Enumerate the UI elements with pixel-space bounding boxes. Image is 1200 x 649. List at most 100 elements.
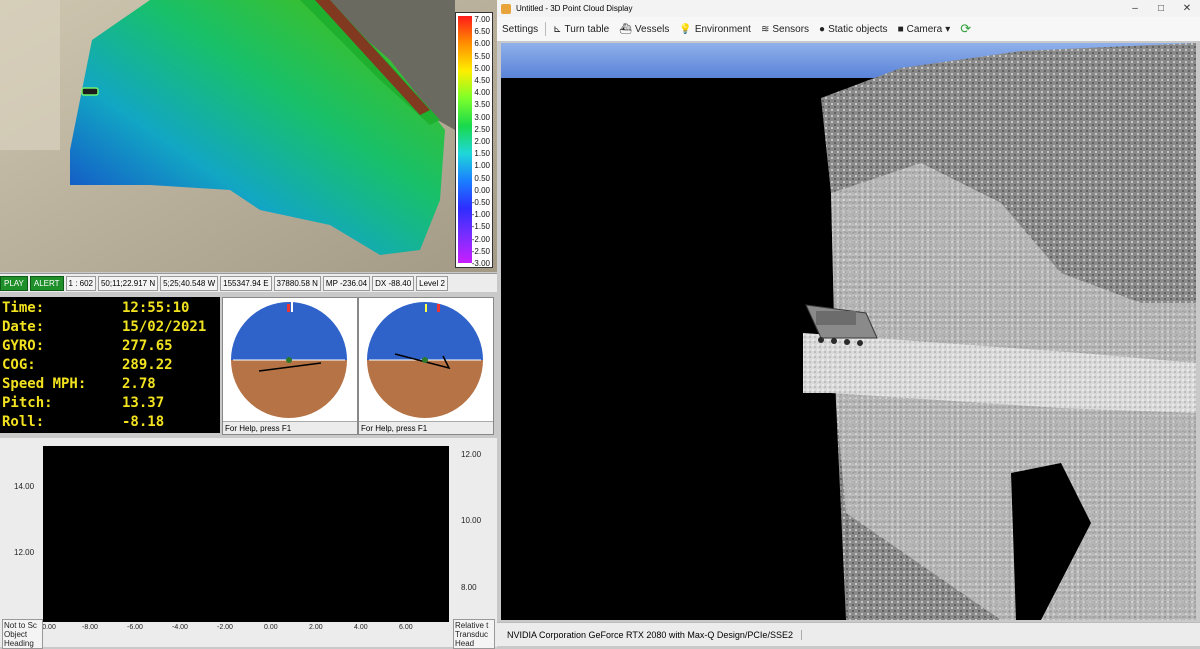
legend-value: 7.00 bbox=[474, 15, 490, 24]
y-left-tick: 12.00 bbox=[14, 548, 35, 557]
camera-label: Camera bbox=[906, 23, 943, 35]
legend-value: -0.50 bbox=[471, 198, 490, 207]
legend-value: 3.50 bbox=[474, 100, 490, 110]
turn-table-icon: ⊾ bbox=[553, 23, 562, 35]
legend-value: -1.00 bbox=[471, 210, 490, 220]
lightbulb-icon: 💡 bbox=[679, 23, 692, 35]
legend-value: 6.00 bbox=[474, 39, 490, 49]
profile-plot-area[interactable] bbox=[43, 446, 449, 622]
latitude-readout: 50;11;22.917 N bbox=[97, 275, 159, 291]
app-icon bbox=[501, 3, 511, 14]
gyro-value: 277.65 bbox=[122, 338, 173, 354]
legend-value: 5.50 bbox=[474, 51, 490, 61]
pitch-label: Pitch: bbox=[2, 395, 53, 411]
attitude-indicator-2: For Help, press F1 bbox=[358, 297, 494, 435]
vessel-icon: ⛴ bbox=[619, 23, 632, 35]
vessels-button[interactable]: ⛴ Vessels bbox=[614, 24, 674, 35]
cog-label: COG: bbox=[2, 357, 36, 373]
camera-icon: ■ bbox=[897, 23, 904, 35]
toolbar-divider bbox=[545, 22, 547, 36]
y-right-tick: 8.00 bbox=[461, 583, 477, 592]
legend-value: 1.00 bbox=[474, 161, 490, 171]
y-right-tick: 10.00 bbox=[461, 516, 482, 525]
depth-legend: 7.00 6.50 6.00 5.50 5.00 4.50 4.00 3.50 3.00 2.50… bbox=[455, 12, 493, 268]
gyro-label: GYRO: bbox=[2, 338, 45, 354]
environment-button[interactable]: 💡 Environment bbox=[674, 24, 756, 35]
pitch-value: 13.37 bbox=[122, 395, 165, 411]
static-objects-label: Static objects bbox=[828, 23, 888, 35]
close-icon[interactable]: ✕ bbox=[1174, 3, 1200, 14]
roll-value: -8.18 bbox=[122, 414, 165, 430]
sensors-button[interactable]: ≋ Sensors bbox=[756, 24, 814, 35]
legend-value: -2.00 bbox=[471, 234, 490, 244]
map-pin-icon: ● bbox=[819, 23, 826, 35]
turn-table-button[interactable]: ⊾ Turn table bbox=[548, 24, 614, 35]
object-heading-note: Not to Sc Object Heading bbox=[2, 619, 43, 649]
legend-value: 6.50 bbox=[474, 27, 490, 37]
maximize-icon[interactable]: □ bbox=[1148, 3, 1174, 14]
longitude-readout: 5;25;40.548 W bbox=[160, 275, 219, 291]
legend-value: -2.50 bbox=[471, 246, 490, 256]
viewer-status-bar: NVIDIA Corporation GeForce RTX 2080 with… bbox=[497, 622, 1200, 646]
cog-value: 289.22 bbox=[122, 357, 173, 373]
window-titlebar: Untitled - 3D Point Cloud Display – □ ✕ bbox=[497, 0, 1200, 18]
legend-value: 0.00 bbox=[474, 185, 490, 195]
legend-value: 2.00 bbox=[474, 137, 490, 146]
sensor-icon: ≋ bbox=[760, 23, 770, 35]
static-objects-button[interactable]: ● Static objects bbox=[814, 24, 893, 35]
dx-readout: DX -88.40 bbox=[372, 275, 415, 291]
legend-value: 5.00 bbox=[474, 63, 490, 73]
x-tick: -8.00 bbox=[82, 624, 98, 631]
viewer-toolbar: Settings ⊾ Turn table ⛴ Vessels 💡 Environme… bbox=[497, 17, 1200, 41]
legend-colorbar bbox=[458, 16, 472, 263]
x-tick: 2.00 bbox=[309, 624, 323, 631]
roll-label: Roll: bbox=[2, 414, 45, 430]
easting-readout: 155347.94 E bbox=[220, 275, 272, 291]
level-readout: Level 2 bbox=[416, 275, 448, 291]
x-tick: -2.00 bbox=[217, 624, 233, 631]
camera-menu[interactable]: ■ Camera ▾ bbox=[893, 24, 956, 35]
northing-readout: 37880.58 N bbox=[273, 275, 321, 291]
legend-value: 0.50 bbox=[474, 173, 490, 183]
mp-readout: MP -236.04 bbox=[322, 275, 371, 291]
date-value: 15/02/2021 bbox=[122, 319, 207, 335]
environment-label: Environment bbox=[694, 23, 751, 35]
legend-value: 4.50 bbox=[474, 76, 490, 85]
legend-value: -1.50 bbox=[471, 222, 490, 232]
sensors-label: Sensors bbox=[772, 23, 810, 35]
y-right-tick: 12.00 bbox=[461, 450, 482, 459]
alert-button[interactable]: ALERT bbox=[29, 275, 64, 291]
time-value: 12:55:10 bbox=[122, 300, 190, 316]
legend-value: 2.50 bbox=[474, 124, 490, 134]
x-tick: 6.00 bbox=[399, 624, 413, 631]
minimize-icon[interactable]: – bbox=[1122, 3, 1148, 14]
gpu-info: NVIDIA Corporation GeForce RTX 2080 with… bbox=[497, 629, 802, 640]
bathymetry-map[interactable] bbox=[0, 0, 497, 272]
play-button[interactable]: PLAY bbox=[0, 275, 28, 291]
x-tick: -4.00 bbox=[172, 624, 188, 631]
legend-value: -3.00 bbox=[471, 259, 490, 268]
window-title: Untitled - 3D Point Cloud Display bbox=[516, 4, 633, 13]
x-tick: -6.00 bbox=[127, 624, 143, 631]
settings-menu[interactable]: Settings bbox=[497, 24, 543, 35]
x-tick: 4.00 bbox=[354, 624, 368, 631]
refresh-icon[interactable]: ⟳ bbox=[955, 21, 976, 37]
navigation-data-panel: Time: 12:55:10 Date: 15/02/2021 GYRO: 27… bbox=[0, 297, 220, 433]
date-label: Date: bbox=[2, 319, 45, 335]
legend-value: 3.00 bbox=[474, 112, 490, 122]
scale-readout: 1 : 602 bbox=[65, 275, 96, 291]
turn-table-label: Turn table bbox=[564, 23, 610, 35]
speed-value: 2.78 bbox=[122, 376, 156, 392]
transducer-note: Relative t Transduc Head bbox=[453, 619, 495, 649]
x-tick: 0.00 bbox=[264, 624, 278, 631]
map-status-bar: PLAY ALERT 1 : 602 50;11;22.917 N 5;25;4… bbox=[0, 273, 497, 292]
help-hint-2: For Help, press F1 bbox=[359, 421, 493, 434]
help-hint-1: For Help, press F1 bbox=[223, 421, 357, 434]
speed-label: Speed MPH: bbox=[2, 376, 87, 392]
y-left-tick: 14.00 bbox=[14, 482, 35, 491]
point-cloud-viewport[interactable] bbox=[501, 43, 1196, 620]
legend-value: 1.50 bbox=[474, 149, 490, 159]
legend-value: 4.00 bbox=[474, 88, 490, 98]
profile-chart-panel: 14.00 12.00 12.00 10.00 8.00 -10.00 -8.0… bbox=[0, 438, 497, 649]
horizon-dial-icon bbox=[231, 302, 347, 418]
